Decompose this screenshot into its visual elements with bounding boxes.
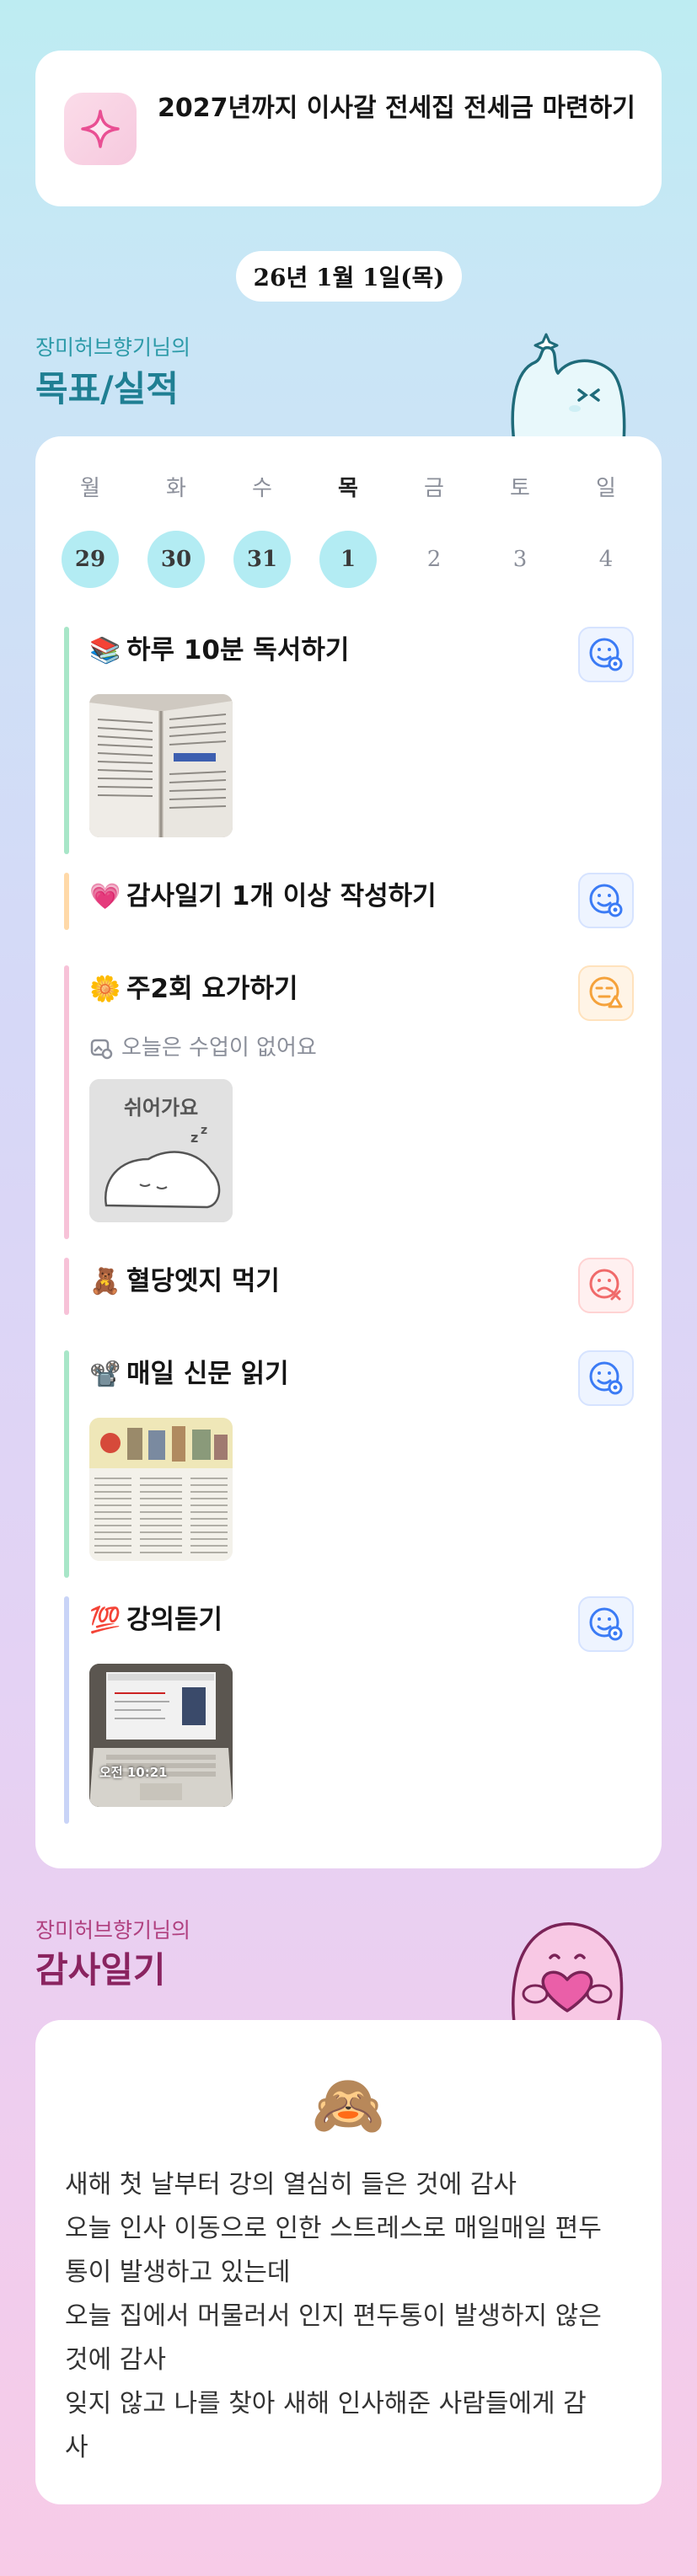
calendar-day[interactable]: 일 4	[576, 472, 635, 588]
goal-item-newspaper[interactable]: 📽️ 매일 신문 읽기	[64, 1350, 637, 1578]
sparkle-icon	[64, 93, 137, 165]
status-done-icon[interactable]	[578, 627, 634, 682]
goal-card[interactable]: 2027년까지 이사갈 전세집 전세금 마련하기	[35, 51, 662, 206]
day-number: 30	[147, 531, 205, 588]
day-name: 토	[510, 476, 530, 501]
film-projector-icon: 📽️	[89, 1360, 121, 1389]
photo-timestamp: 오전 10:21	[99, 1765, 168, 1780]
day-number: 29	[62, 531, 119, 588]
goal-note-text: 오늘은 수업이 없어요	[121, 1035, 317, 1061]
goal-item-lectures[interactable]: 💯 강의듣기 오전 10:21	[64, 1596, 637, 1824]
status-done-icon[interactable]	[578, 1596, 634, 1652]
goal-color-bar	[64, 1258, 69, 1315]
mascot-waving-illustration	[511, 333, 626, 442]
calendar-day[interactable]: 화 30	[147, 472, 206, 588]
note-image-icon	[90, 1039, 113, 1060]
goal-label: 💗 감사일기 1개 이상 작성하기	[89, 873, 437, 920]
goal-label: 💯 강의듣기	[89, 1596, 223, 1643]
heart-icon: 💗	[89, 882, 121, 911]
calendar-day[interactable]: 토 3	[491, 472, 550, 588]
goal-color-bar	[64, 965, 69, 1239]
day-name: 월	[80, 476, 100, 501]
goal-label-text: 주2회 요가하기	[126, 974, 298, 1004]
rest-illustration[interactable]: z z 쉬어가요	[89, 1079, 233, 1222]
day-number: 31	[233, 531, 291, 588]
status-done-icon[interactable]	[578, 1350, 634, 1406]
see-no-evil-monkey-icon: 🙈	[311, 2071, 386, 2140]
status-partial-icon[interactable]	[578, 965, 634, 1021]
gratitude-line: 사	[65, 2433, 88, 2462]
day-name: 금	[424, 476, 444, 501]
goals-card: 월 29 화 30 수 31 목 1 금 2 토 3 일 4 📚 하루 10분 …	[35, 436, 662, 1868]
goal-label-text: 매일 신문 읽기	[126, 1359, 289, 1389]
calendar-day[interactable]: 수 31	[233, 472, 292, 588]
svg-text:z: z	[201, 1124, 207, 1137]
gratitude-line: 통이 발생하고 있는데	[65, 2258, 291, 2287]
books-icon: 📚	[89, 636, 121, 665]
goals-section-subtitle: 장미허브향기님의	[35, 335, 191, 360]
day-name: 일	[596, 476, 616, 501]
goals-section-title: 목표/실적	[35, 368, 179, 409]
goal-item-blood-sugar[interactable]: 🧸 혈당엣지 먹기	[64, 1258, 637, 1315]
day-name: 목	[338, 476, 358, 501]
laptop-photo[interactable]: 오전 10:21	[89, 1664, 233, 1807]
gratitude-line: 잊지 않고 나를 찾아 새해 인사해준 사람들에게 감	[65, 2389, 587, 2418]
goal-color-bar	[64, 627, 69, 854]
goal-label: 📚 하루 10분 독서하기	[89, 627, 349, 674]
day-name: 수	[252, 476, 272, 501]
status-done-icon[interactable]	[578, 873, 634, 928]
hundred-points-icon: 💯	[89, 1606, 121, 1635]
goal-title: 2027년까지 이사갈 전세집 전세금 마련하기	[158, 94, 635, 123]
goal-color-bar	[64, 1596, 69, 1824]
goal-label: 🌼 주2회 요가하기	[89, 965, 298, 1013]
calendar-day[interactable]: 금 2	[405, 472, 464, 588]
goal-label-text: 하루 10분 독서하기	[126, 635, 350, 665]
goal-label-text: 혈당엣지 먹기	[126, 1266, 280, 1296]
gratitude-line: 것에 감사	[65, 2345, 166, 2375]
svg-text:z: z	[190, 1130, 198, 1146]
week-calendar: 월 29 화 30 수 31 목 1 금 2 토 3 일 4	[61, 472, 636, 588]
date-selector[interactable]: 26년 1월 1일(목)	[236, 251, 462, 302]
teddy-bear-icon: 🧸	[89, 1267, 121, 1296]
newspaper-photo[interactable]	[89, 1418, 233, 1561]
gratitude-section-title: 감사일기	[35, 1949, 166, 1991]
gratitude-card: 🙈 새해 첫 날부터 강의 열심히 들은 것에 감사 오늘 인사 이동으로 인한…	[35, 2020, 662, 2504]
day-number: 1	[319, 531, 377, 588]
blossom-icon: 🌼	[89, 975, 121, 1004]
mascot-heart-illustration	[512, 1922, 624, 2023]
calendar-day[interactable]: 월 29	[61, 472, 120, 588]
goal-item-yoga[interactable]: 🌼 주2회 요가하기 오늘은 수업이 없어요 z z 쉬어가요	[64, 965, 637, 1239]
goal-label: 📽️ 매일 신문 읽기	[89, 1350, 289, 1398]
goal-color-bar	[64, 1350, 69, 1578]
status-failed-icon[interactable]	[578, 1258, 634, 1313]
gratitude-line: 오늘 집에서 머물러서 인지 편두통이 발생하지 않은	[65, 2301, 602, 2331]
gratitude-line: 오늘 인사 이동으로 인한 스트레스로 매일매일 편두	[65, 2214, 602, 2243]
calendar-day-today[interactable]: 목 1	[319, 472, 378, 588]
gratitude-line: 새해 첫 날부터 강의 열심히 들은 것에 감사	[65, 2170, 517, 2199]
gratitude-section-subtitle: 장미허브향기님의	[35, 1918, 191, 1943]
goal-color-bar	[64, 873, 69, 930]
goal-label: 🧸 혈당엣지 먹기	[89, 1258, 280, 1305]
goal-label-text: 강의듣기	[126, 1605, 223, 1635]
book-photo[interactable]	[89, 694, 233, 837]
goal-item-gratitude[interactable]: 💗 감사일기 1개 이상 작성하기	[64, 873, 637, 930]
rest-illustration-text: 쉬어가요	[123, 1096, 199, 1120]
goal-label-text: 감사일기 1개 이상 작성하기	[126, 881, 437, 911]
goal-item-reading[interactable]: 📚 하루 10분 독서하기	[64, 627, 637, 854]
goal-note: 오늘은 수업이 없어요	[89, 1031, 317, 1065]
day-number: 3	[512, 547, 528, 572]
day-number: 2	[426, 547, 442, 572]
day-number: 4	[598, 547, 614, 572]
day-name: 화	[166, 476, 186, 501]
